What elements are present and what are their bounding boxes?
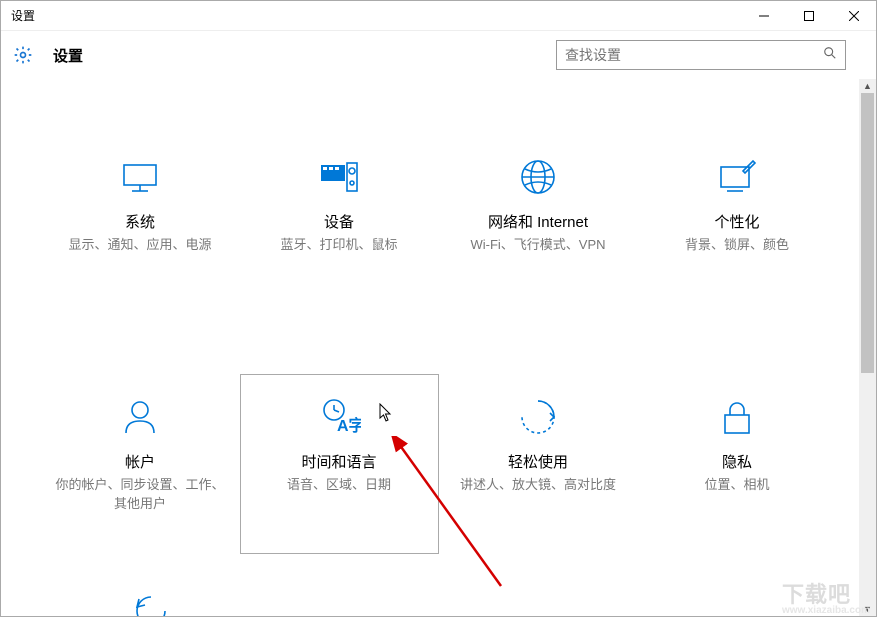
- tile-desc: 语音、区域、日期: [283, 476, 395, 495]
- window-title: 设置: [1, 7, 35, 24]
- content-area: 系统 显示、通知、应用、电源 设备 蓝牙、打印机、鼠标 网络和 Internet…: [1, 79, 876, 616]
- globe-icon: [516, 155, 560, 199]
- minimize-button[interactable]: [741, 1, 786, 31]
- update-icon: [129, 589, 173, 616]
- tile-personalize[interactable]: 个性化 背景、锁屏、颜色: [638, 134, 837, 314]
- tile-title: 个性化: [714, 211, 759, 232]
- maximize-button[interactable]: [786, 1, 831, 31]
- search-icon: [823, 46, 837, 65]
- gear-icon: [13, 45, 33, 65]
- app-header: 设置: [1, 31, 876, 79]
- tile-desc: 讲述人、放大镜、高对比度: [456, 476, 620, 495]
- tile-ease-of-access[interactable]: 轻松使用 讲述人、放大镜、高对比度: [439, 374, 638, 554]
- tile-accounts[interactable]: 帐户 你的帐户、同步设置、工作、其他用户: [41, 374, 240, 554]
- tile-time-language[interactable]: A字 时间和语言 语音、区域、日期: [240, 374, 439, 554]
- ease-icon: [516, 395, 560, 439]
- close-button[interactable]: [831, 1, 876, 31]
- tile-title: 帐户: [125, 451, 155, 472]
- tile-title: 设备: [324, 211, 354, 232]
- lock-icon: [715, 395, 759, 439]
- tile-title: 时间和语言: [301, 451, 376, 472]
- tile-title: 隐私: [722, 451, 752, 472]
- search-input[interactable]: [565, 47, 823, 63]
- tile-desc: 显示、通知、应用、电源: [64, 236, 215, 255]
- devices-icon: [317, 155, 361, 199]
- watermark: 下载吧 www.xiazaiba.com: [782, 584, 870, 616]
- tile-privacy[interactable]: 隐私 位置、相机: [638, 374, 837, 554]
- tile-desc: 你的帐户、同步设置、工作、其他用户: [52, 476, 229, 514]
- person-icon: [118, 395, 162, 439]
- tile-desc: 背景、锁屏、颜色: [681, 236, 793, 255]
- tile-network[interactable]: 网络和 Internet Wi-Fi、飞行模式、VPN: [439, 134, 638, 314]
- tile-desc: 位置、相机: [700, 476, 773, 495]
- tile-system[interactable]: 系统 显示、通知、应用、电源: [41, 134, 240, 314]
- tile-desc: Wi-Fi、飞行模式、VPN: [466, 236, 609, 255]
- tile-title: 轻松使用: [508, 451, 568, 472]
- scrollbar-thumb[interactable]: [861, 93, 874, 373]
- personalize-icon: [715, 155, 759, 199]
- tile-title: 系统: [125, 211, 155, 232]
- display-icon: [118, 155, 162, 199]
- time-language-icon: A字: [317, 395, 361, 439]
- scrollbar[interactable]: ▲ ▼: [859, 79, 876, 616]
- tile-update[interactable]: 更新和安全: [51, 589, 250, 616]
- search-box[interactable]: [556, 40, 846, 70]
- tile-desc: 蓝牙、打印机、鼠标: [276, 236, 401, 255]
- tile-devices[interactable]: 设备 蓝牙、打印机、鼠标: [240, 134, 439, 314]
- tile-title: 网络和 Internet: [488, 211, 588, 232]
- page-title: 设置: [53, 45, 83, 66]
- titlebar: 设置: [1, 1, 876, 31]
- scroll-up-icon[interactable]: ▲: [859, 79, 876, 93]
- svg-text:A字: A字: [337, 416, 361, 435]
